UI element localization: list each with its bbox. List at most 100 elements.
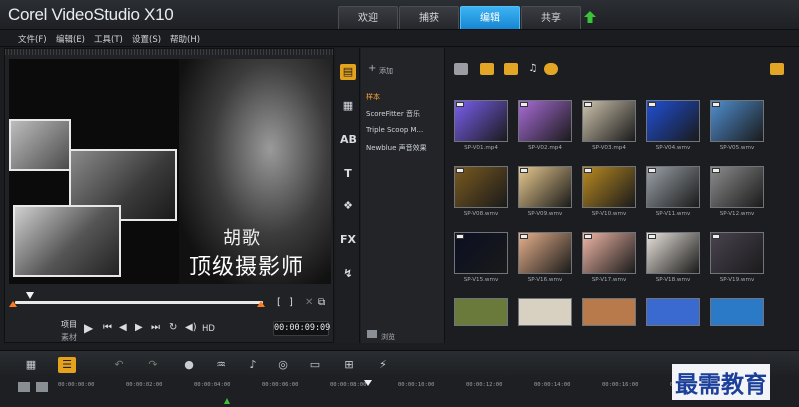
show-videos-icon[interactable] (480, 63, 494, 75)
show-audio-icon[interactable]: ♫ (526, 63, 540, 75)
library-item-triple-scoop[interactable]: Triple Scoop M... (366, 126, 442, 134)
menu-edit[interactable]: 编辑(E) (56, 33, 85, 45)
media-thumbnail[interactable] (710, 298, 764, 326)
previous-frame-icon[interactable]: ◀ (119, 322, 127, 334)
filter-icon[interactable]: FX (340, 232, 356, 248)
mark-in-icon[interactable]: [ (277, 297, 281, 309)
trim-start-marker[interactable] (9, 301, 17, 307)
preview-photo-portrait (13, 205, 121, 277)
time-remap-icon[interactable]: ⚡ (374, 357, 392, 373)
add-folder-button[interactable]: 添加 (379, 66, 393, 76)
thumbnail-toolbar: ♫ (446, 60, 794, 80)
preview-subtitle-text: 顶级摄影师 (189, 255, 305, 280)
media-thumbnail[interactable] (582, 298, 636, 326)
instant-project-icon[interactable]: ▦ (340, 98, 356, 114)
subtitle-editor-icon[interactable]: ▭ (306, 357, 324, 373)
ruler-time-label: 00:00:06:00 (262, 382, 299, 388)
clip-mode-toggle[interactable]: 素材 (61, 332, 77, 343)
media-thumbnail[interactable] (710, 232, 764, 274)
repeat-icon[interactable]: ↻ (169, 322, 177, 334)
thumbnail-label: SP-V15.wmv (463, 277, 499, 283)
media-thumbnail[interactable] (582, 100, 636, 142)
library-thumbnail-panel: ♫ SP-V01.mp4 SP-V02.mp4 SP-V03.mp4 SP-V04.w… (446, 48, 794, 343)
media-thumbnail[interactable] (454, 232, 508, 274)
media-thumbnail[interactable] (518, 100, 572, 142)
media-thumbnail[interactable] (454, 166, 508, 208)
media-thumbnail[interactable] (646, 100, 700, 142)
cut-icon[interactable]: ✕ (305, 297, 313, 309)
motion-tracking-icon[interactable]: ◎ (274, 357, 292, 373)
video-badge-icon (456, 102, 464, 107)
menu-settings[interactable]: 设置(S) (132, 33, 161, 45)
media-thumbnail[interactable] (518, 166, 572, 208)
video-badge-icon (712, 102, 720, 107)
video-badge-icon (584, 168, 592, 173)
media-thumbnail[interactable] (646, 298, 700, 326)
title-icon[interactable]: T (340, 166, 356, 182)
folder-icon[interactable] (454, 63, 468, 75)
show-photos-icon[interactable] (504, 63, 518, 75)
record-capture-icon[interactable]: ● (180, 357, 198, 373)
media-thumbnail[interactable] (710, 166, 764, 208)
import-media-icon[interactable] (544, 63, 558, 75)
menu-file[interactable]: 文件(F) (18, 33, 47, 45)
trim-end-marker[interactable] (257, 301, 265, 307)
storyboard-view-icon[interactable]: ▦ (22, 357, 40, 373)
media-thumbnail[interactable] (518, 232, 572, 274)
volume-icon[interactable]: ◀) (185, 322, 197, 334)
track-manager-icon[interactable] (18, 382, 30, 392)
media-thumbnail[interactable] (518, 298, 572, 326)
ruler-time-label: 00:00:04:00 (194, 382, 231, 388)
browse-icon[interactable] (367, 330, 377, 338)
hd-preview-button[interactable]: HD (202, 323, 215, 335)
playhead-marker[interactable] (364, 380, 372, 386)
scrubber-track[interactable] (15, 301, 263, 304)
scrubber-handle[interactable] (26, 292, 34, 299)
library-item-newblue[interactable]: Newblue 声音效果 (366, 143, 442, 153)
home-icon[interactable]: ⏮ (103, 322, 112, 334)
timeline-view-icon[interactable]: ☰ (58, 357, 76, 373)
media-thumbnail[interactable] (454, 298, 508, 326)
graphic-icon[interactable]: ❖ (340, 198, 356, 214)
sound-mixer-icon[interactable]: ♒ (212, 357, 230, 373)
next-frame-icon[interactable]: ▶ (135, 322, 143, 334)
tab-edit[interactable]: 编辑 (460, 6, 520, 29)
ruler-time-label: 00:00:08:00 (330, 382, 367, 388)
redo-icon[interactable]: ↷ (144, 357, 162, 373)
path-icon[interactable]: ↯ (340, 266, 356, 282)
tab-welcome[interactable]: 欢迎 (338, 6, 398, 29)
panel-grip[interactable] (5, 49, 333, 55)
list-view-icon[interactable] (770, 63, 784, 75)
copy-icon[interactable]: ⧉ (318, 297, 325, 309)
browse-button[interactable]: 浏览 (381, 332, 395, 342)
video-badge-icon (648, 102, 656, 107)
mark-out-icon[interactable]: ] (289, 297, 293, 309)
video-badge-icon (648, 168, 656, 173)
library-item-samples[interactable]: 样本 (366, 92, 442, 102)
fit-project-icon[interactable] (36, 382, 48, 392)
timecode-display[interactable]: 00:00:09:09 (273, 321, 330, 336)
media-thumbnail[interactable] (454, 100, 508, 142)
multi-camera-icon[interactable]: ⊞ (340, 357, 358, 373)
transition-icon[interactable]: AB (340, 132, 357, 148)
add-icon[interactable]: + (368, 63, 376, 74)
ruler-time-label: 00:00:02:00 (126, 382, 163, 388)
tab-capture[interactable]: 捕获 (399, 6, 459, 29)
upload-arrow-icon[interactable] (583, 10, 597, 24)
play-icon[interactable]: ▶ (84, 322, 93, 334)
media-thumbnail[interactable] (582, 166, 636, 208)
media-thumbnail[interactable] (582, 232, 636, 274)
tab-share[interactable]: 共享 (521, 6, 581, 29)
media-thumbnail[interactable] (710, 100, 764, 142)
media-icon[interactable]: ▤ (340, 64, 356, 80)
auto-music-icon[interactable]: ♪ (244, 357, 262, 373)
end-icon[interactable]: ⏭ (151, 322, 160, 334)
menu-help[interactable]: 帮助(H) (170, 33, 200, 45)
project-mode-toggle[interactable]: 项目 (61, 319, 77, 330)
menu-tools[interactable]: 工具(T) (94, 33, 123, 45)
undo-icon[interactable]: ↶ (110, 357, 128, 373)
video-badge-icon (712, 234, 720, 239)
media-thumbnail[interactable] (646, 166, 700, 208)
library-item-scorefitter[interactable]: ScoreFitter 音乐 (366, 109, 442, 119)
media-thumbnail[interactable] (646, 232, 700, 274)
